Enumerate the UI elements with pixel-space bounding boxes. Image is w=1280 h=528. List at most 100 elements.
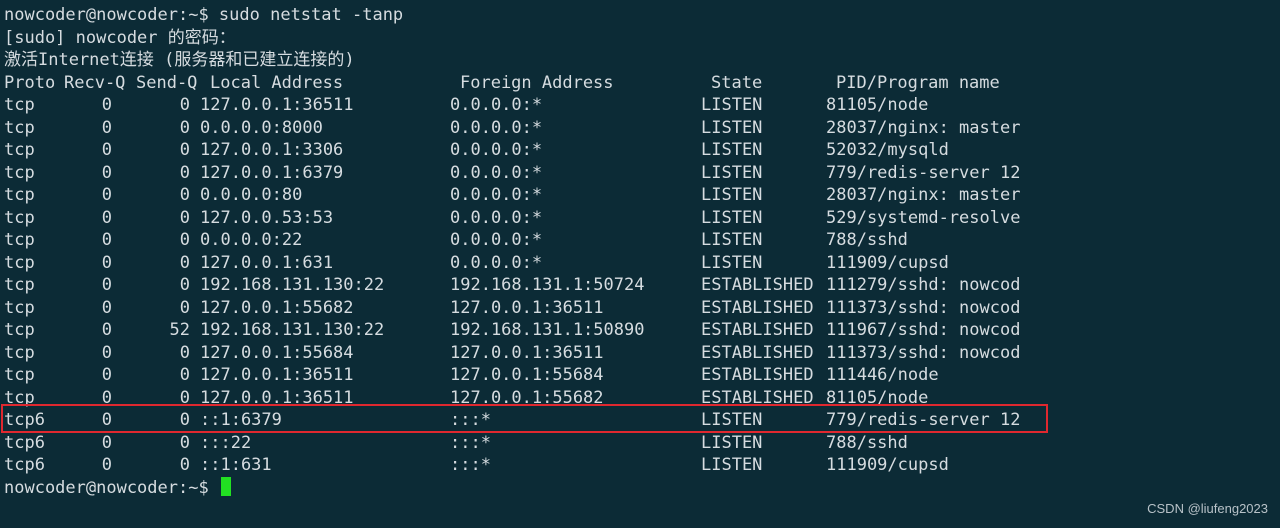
cell-pid-program: 111446/node (826, 365, 939, 385)
cell-local-address: 192.168.131.130:22 (200, 275, 385, 295)
cell-state: ESTABLISHED (701, 297, 814, 318)
cell-recvq: 0 (101, 252, 112, 273)
table-row: tcp 0 0 0.0.0.0:8000 0.0.0.0:* LISTEN 28037/ng… (4, 117, 1280, 140)
cell-proto: tcp (4, 230, 35, 250)
cell-pid-program: 111909/cupsd (826, 455, 949, 475)
cell-local-address: ::1:631 (200, 455, 272, 475)
cell-proto: tcp6 (4, 410, 45, 430)
cell-pid-program: 111909/cupsd (826, 252, 949, 273)
cell-state: LISTEN (701, 432, 763, 453)
cell-sendq: 0 (179, 117, 190, 138)
cell-pid-program: 52032/mysqld (826, 140, 949, 160)
cell-recvq: 0 (101, 342, 112, 363)
cell-proto: tcp6 (4, 455, 45, 475)
cell-pid-program: 111373/sshd: nowcod (826, 297, 1021, 318)
cell-local-address: 127.0.0.1:631 (200, 252, 334, 273)
table-row: tcp 0 0 127.0.0.1:55682 127.0.0.1:36511 ESTAB… (4, 297, 1280, 320)
cell-pid-program: 28037/nginx: master (826, 185, 1021, 205)
header-proto: Proto (4, 72, 56, 93)
table-row: tcp 0 0 0.0.0.0:80 0.0.0.0:* LISTEN 28037/ngin… (4, 184, 1280, 207)
cell-sendq: 0 (179, 342, 190, 363)
cell-foreign-address: 127.0.0.1:55682 (450, 387, 604, 408)
cell-state: LISTEN (701, 162, 763, 183)
cell-local-address: 0.0.0.0:22 (200, 230, 303, 250)
cell-local-address: 192.168.131.130:22 (200, 320, 385, 340)
table-row: tcp6 0 0:::22:::* LISTEN 788/sshd (4, 432, 1280, 455)
cell-recvq: 0 (101, 230, 112, 250)
cell-recvq: 0 (101, 387, 112, 408)
cell-state: ESTABLISHED (701, 275, 814, 295)
header-recvq: Recv-Q (64, 72, 126, 93)
cell-local-address: 127.0.0.1:36511 (200, 95, 354, 115)
table-row: tcp 0 0 127.0.0.1:36511 127.0.0.1:55684 ESTAB… (4, 364, 1280, 387)
cell-pid-program: 81105/node (826, 95, 929, 115)
cell-sendq: 0 (179, 230, 190, 250)
header-sendq: Send-Q (136, 72, 198, 93)
cell-foreign-address: 0.0.0.0:* (450, 207, 543, 228)
cell-recvq: 0 (101, 365, 112, 385)
cell-sendq: 0 (179, 365, 190, 385)
cell-pid-program: 81105/node (826, 387, 929, 408)
cell-recvq: 0 (101, 162, 112, 183)
cell-state: LISTEN (701, 95, 763, 115)
cell-pid-program: 779/redis-server 12 (826, 162, 1021, 183)
final-prompt-line[interactable]: nowcoder@nowcoder:~$ (4, 476, 1280, 500)
cell-proto: tcp6 (4, 432, 45, 453)
cell-sendq: 0 (179, 432, 190, 453)
cell-proto: tcp (4, 95, 35, 115)
shell-prompt: nowcoder@nowcoder:~$ (4, 477, 219, 498)
connection-table: tcp 0 0 127.0.0.1:36511 0.0.0.0:* LISTEN 81105… (4, 94, 1280, 477)
cell-recvq: 0 (101, 95, 112, 115)
cell-sendq: 0 (179, 275, 190, 295)
cell-state: LISTEN (701, 252, 763, 273)
cell-local-address: 0.0.0.0:8000 (200, 117, 323, 138)
terminal-window[interactable]: nowcoder@nowcoder:~$ sudo netstat -tanp … (0, 0, 1280, 528)
text-cursor (220, 476, 231, 496)
cell-state: LISTEN (701, 140, 763, 160)
cell-local-address: ::1:6379 (200, 410, 282, 430)
cell-local-address: 127.0.0.1:55684 (200, 342, 354, 363)
cell-foreign-address: 0.0.0.0:* (450, 162, 543, 183)
cell-foreign-address: 127.0.0.1:36511 (450, 297, 604, 318)
table-row: tcp 0 0 127.0.0.1:3306 0.0.0.0:* LISTEN 52032/… (4, 139, 1280, 162)
table-header: Proto Recv-Q Send-Q Local Address Foreig… (4, 72, 1280, 95)
cell-recvq: 0 (101, 207, 112, 228)
cell-recvq: 0 (101, 140, 112, 160)
cell-local-address: 127.0.0.1:3306 (200, 140, 344, 160)
table-row: tcp 0 0 127.0.0.1:631 0.0.0.0:* LISTEN 111909/… (4, 252, 1280, 275)
header-foreign-address: Foreign Address (460, 72, 614, 93)
cell-proto: tcp (4, 387, 35, 408)
cell-state: ESTABLISHED (701, 320, 814, 340)
sudo-password-prompt: [sudo] nowcoder 的密码： (4, 27, 236, 48)
cell-proto: tcp (4, 365, 35, 385)
cell-foreign-address: 192.168.131.1:50890 (450, 320, 645, 340)
cell-pid-program: 788/sshd (826, 230, 908, 250)
cell-state: LISTEN (701, 117, 763, 138)
cell-recvq: 0 (101, 455, 112, 475)
cell-foreign-address: 0.0.0.0:* (450, 185, 543, 205)
cell-proto: tcp (4, 140, 35, 160)
section-title: 激活Internet连接 (服务器和已建立连接的) (4, 50, 355, 70)
table-row: tcp 0 0 127.0.0.53:53 0.0.0.0:* LISTEN 529/sys… (4, 207, 1280, 230)
cell-local-address: 0.0.0.0:80 (200, 185, 303, 205)
cell-pid-program: 28037/nginx: master (826, 117, 1021, 138)
table-row: tcp 0 0 127.0.0.1:36511 127.0.0.1:55682 ESTAB… (4, 387, 1280, 410)
cell-proto: tcp (4, 185, 35, 205)
table-row: tcp 0 0 192.168.131.130:22 192.168.131.1:507… (4, 274, 1280, 297)
cell-sendq: 0 (179, 95, 190, 115)
cell-proto: tcp (4, 162, 35, 183)
cell-local-address: 127.0.0.53:53 (200, 207, 334, 228)
cell-proto: tcp (4, 342, 35, 363)
watermark: CSDN @liufeng2023 (1147, 500, 1268, 516)
cell-pid-program: 111373/sshd: nowcod (826, 342, 1021, 363)
cell-recvq: 0 (101, 320, 112, 340)
cell-foreign-address: :::* (450, 455, 491, 475)
cell-state: ESTABLISHED (701, 387, 814, 408)
cell-local-address: 127.0.0.1:55682 (200, 297, 354, 318)
cell-recvq: 0 (101, 297, 112, 318)
cell-proto: tcp (4, 117, 35, 138)
cell-pid-program: 111967/sshd: nowcod (826, 320, 1021, 340)
cell-proto: tcp (4, 207, 35, 228)
cell-proto: tcp (4, 297, 35, 318)
cell-foreign-address: :::* (450, 432, 491, 453)
